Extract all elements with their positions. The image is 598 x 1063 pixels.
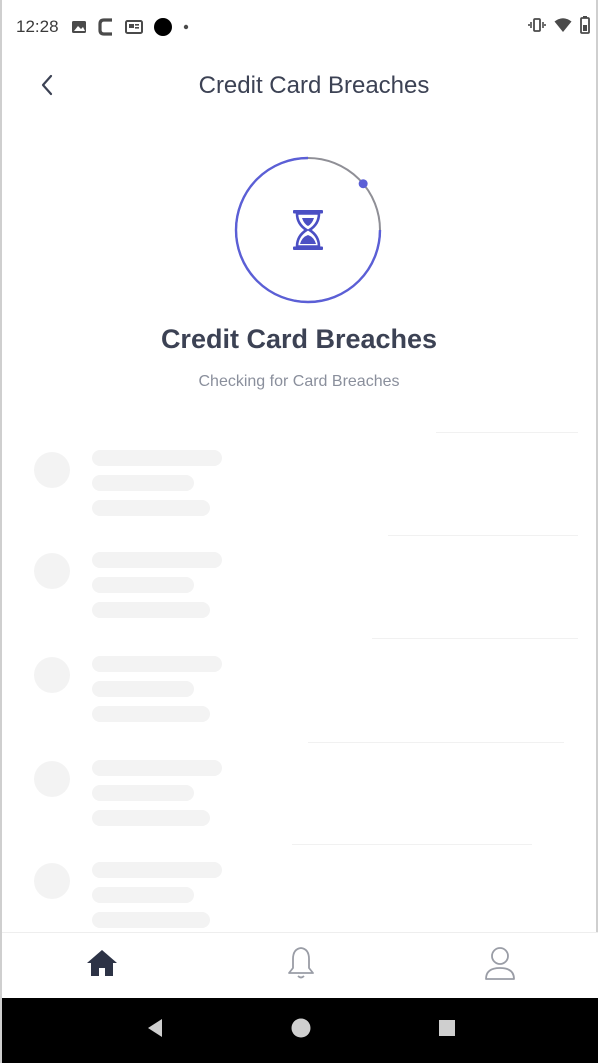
list-divider (372, 638, 578, 639)
system-recents-button[interactable] (427, 1011, 467, 1051)
list-item-placeholder (2, 448, 598, 548)
list-divider (436, 432, 578, 433)
wifi-icon (554, 17, 572, 38)
news-icon (124, 19, 143, 35)
avatar-placeholder (34, 452, 70, 488)
avatar-placeholder (34, 657, 70, 693)
profile-icon (483, 945, 517, 986)
avatar-placeholder (34, 761, 70, 797)
avatar-placeholder (34, 553, 70, 589)
hourglass-icon (290, 208, 326, 257)
progress-ring (232, 154, 384, 306)
text-placeholder (92, 810, 210, 826)
text-placeholder (92, 577, 194, 593)
text-placeholder (92, 887, 194, 903)
back-triangle-icon (146, 1018, 164, 1043)
text-placeholder (92, 475, 194, 491)
list-divider (308, 742, 564, 743)
app-bar: Credit Card Breaches (2, 58, 598, 120)
status-time: 12:28 (16, 17, 59, 36)
page-title: Credit Card Breaches (198, 72, 430, 99)
home-icon (85, 948, 119, 983)
nav-notifications[interactable] (201, 933, 400, 998)
image-icon (71, 19, 87, 35)
vibrate-icon (528, 17, 546, 37)
text-placeholder (92, 500, 210, 516)
text-placeholder (92, 785, 194, 801)
nav-profile[interactable] (401, 933, 598, 998)
text-placeholder (92, 862, 222, 878)
status-bar: 12:28 (2, 0, 598, 54)
text-placeholder (92, 656, 222, 672)
list-divider (292, 844, 532, 845)
section-subtitle: Checking for Card Breaches (198, 373, 400, 390)
list-item-placeholder (2, 552, 598, 652)
text-placeholder (92, 552, 222, 568)
text-placeholder (92, 912, 210, 928)
recents-square-icon (438, 1019, 456, 1042)
section-title: Credit Card Breaches (160, 324, 438, 354)
text-placeholder (92, 681, 194, 697)
list-item-placeholder (2, 656, 598, 756)
list-divider (388, 535, 578, 536)
system-navigation-bar (2, 998, 598, 1063)
list-item-placeholder (2, 760, 598, 860)
c-logo-icon (97, 17, 115, 37)
text-placeholder (92, 602, 210, 618)
avatar-placeholder (34, 863, 70, 899)
bottom-navigation (2, 932, 598, 998)
system-home-button[interactable] (281, 1011, 321, 1051)
system-back-button[interactable] (135, 1011, 175, 1051)
home-circle-icon (290, 1017, 312, 1044)
app-screen: 12:28 Credit Card Breaches Credit Card B… (0, 0, 598, 1063)
text-placeholder (92, 706, 210, 722)
text-placeholder (92, 450, 222, 466)
record-dot-icon (153, 17, 173, 37)
small-dot-icon (183, 24, 189, 30)
bell-icon (286, 945, 316, 986)
text-placeholder (92, 760, 222, 776)
nav-home[interactable] (2, 933, 201, 998)
battery-icon (580, 15, 590, 39)
